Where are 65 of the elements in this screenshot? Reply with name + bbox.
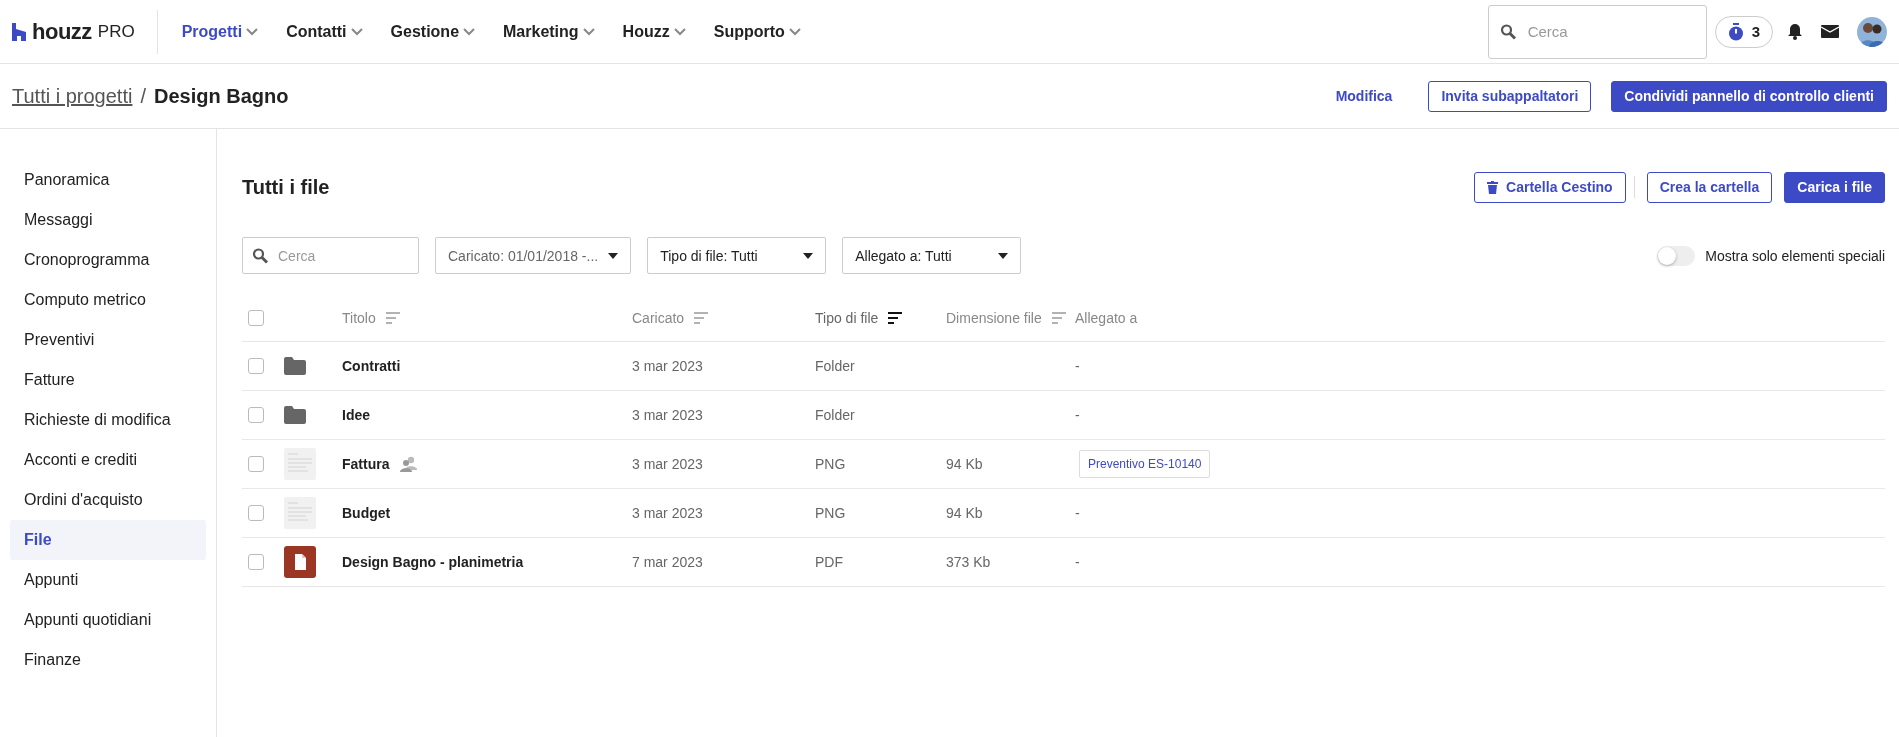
column-header[interactable]: Tipo di file — [815, 309, 879, 326]
share-client-dashboard-button[interactable]: Condividi pannello di controllo clienti — [1611, 80, 1887, 112]
search-field[interactable]: Cerca — [242, 237, 419, 274]
table-cell-text: PDF — [815, 554, 844, 570]
sidebar-item[interactable]: Richieste di modifica — [10, 400, 206, 440]
sidebar-item[interactable]: Fatture — [10, 360, 206, 400]
table-cell-text: PNG — [815, 456, 847, 472]
column-header[interactable]: Dimensione file — [946, 309, 1042, 326]
breadcrumb-separator: / — [140, 84, 146, 108]
search-field[interactable]: Cerca — [1487, 4, 1707, 59]
create-folder-button[interactable]: Crea la cartella — [1646, 171, 1773, 203]
table-cell-text: Folder — [815, 407, 856, 423]
filter-dropdown[interactable]: Tipo di file: Tutti — [647, 237, 827, 274]
table-cell-text: 3 mar 2023 — [632, 358, 704, 374]
table-cell: - — [1075, 358, 1080, 374]
file-title[interactable]: Budget — [342, 505, 391, 521]
table-cell-text: 3 mar 2023 — [632, 407, 704, 423]
table-cell-text: 94 Kb — [946, 505, 984, 521]
table-cell: - — [1075, 505, 1080, 521]
sidebar-item[interactable]: Cronoprogramma — [10, 240, 206, 280]
upload-files-button[interactable]: Carica i file — [1784, 171, 1885, 203]
sidebar-item[interactable]: File — [10, 520, 206, 560]
table-cell-text: 373 Kb — [946, 554, 992, 570]
toggle-label: Mostra solo elementi speciali — [1705, 247, 1885, 264]
brand-suffix: PRO — [97, 21, 135, 42]
nav-menu-item[interactable]: Gestione — [378, 14, 488, 49]
project-title: Design Bagno — [154, 84, 290, 108]
sidebar-item[interactable]: Messaggi — [10, 200, 206, 240]
trash-folder-button[interactable]: Cartella Cestino — [1474, 171, 1626, 203]
nav-menu-item[interactable]: Houzz — [610, 14, 698, 49]
sidebar-item[interactable]: Panoramica — [10, 160, 206, 200]
file-title[interactable]: Idee — [342, 407, 370, 423]
column-header[interactable]: Titolo — [342, 309, 376, 326]
sidebar-item[interactable]: Preventivi — [10, 320, 206, 360]
attachment-tag[interactable]: Preventivo ES-10140 — [1079, 450, 1211, 478]
nav-menu-item[interactable]: Progetti — [169, 14, 271, 49]
column-header[interactable]: Caricato — [632, 309, 685, 326]
breadcrumb-link[interactable]: Tutti i progetti — [12, 84, 133, 108]
filter-dropdown[interactable]: Caricato: 01/01/2018 -... — [435, 237, 632, 274]
table-cell-text: Folder — [815, 358, 856, 374]
brand-name: houzz — [32, 18, 92, 45]
file-title[interactable]: Contratti — [342, 358, 401, 374]
table-cell: - — [1075, 554, 1080, 570]
table-cell: - — [1075, 407, 1080, 423]
sidebar-item[interactable]: Finanze — [10, 640, 206, 680]
invite-subcontractors-button[interactable]: Invita subappaltatori — [1428, 80, 1592, 112]
sidebar-item[interactable]: Acconti e crediti — [10, 440, 206, 480]
file-title[interactable]: Fattura — [342, 456, 390, 472]
nav-menu-item[interactable]: Supporto — [701, 14, 813, 49]
page-title: Tutti i file — [242, 175, 331, 199]
filter-dropdown[interactable]: Allegato a: Tutti — [842, 237, 1022, 274]
table-cell-text: 94 Kb — [946, 456, 984, 472]
sidebar-item[interactable]: Computo metrico — [10, 280, 206, 320]
edit-link[interactable]: Modifica — [1335, 88, 1393, 104]
sidebar-item[interactable]: Appunti quotidiani — [10, 600, 206, 640]
sidebar-item[interactable]: Appunti — [10, 560, 206, 600]
column-header[interactable]: Allegato a — [1075, 309, 1138, 326]
table-cell-text: 3 mar 2023 — [632, 456, 704, 472]
nav-menu-item[interactable]: Contatti — [274, 14, 375, 49]
nav-menu-item[interactable]: Marketing — [491, 14, 607, 49]
file-title[interactable]: Design Bagno - planimetria — [342, 554, 524, 570]
table-cell-text: PNG — [815, 505, 847, 521]
sidebar-item[interactable]: Ordini d'acquisto — [10, 480, 206, 520]
table-cell-text: 7 mar 2023 — [632, 554, 704, 570]
table-cell-text: 3 mar 2023 — [632, 505, 704, 521]
